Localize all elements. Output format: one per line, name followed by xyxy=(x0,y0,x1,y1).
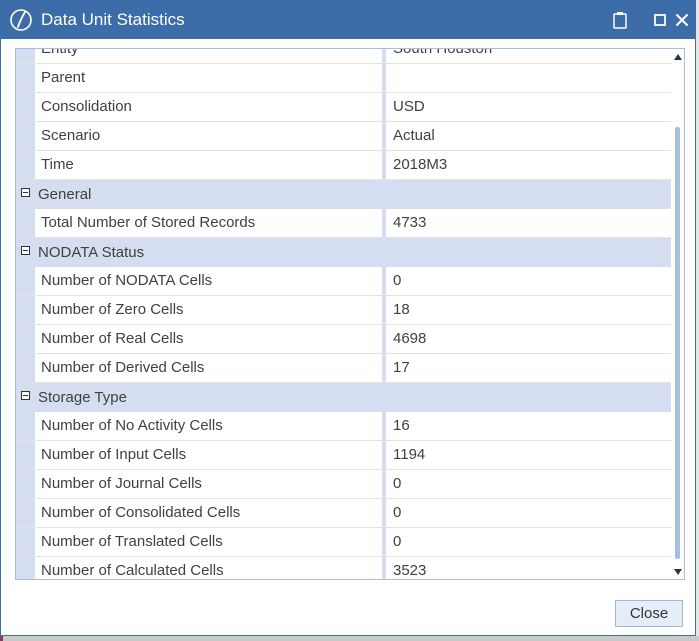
category-row[interactable]: NODATA Status xyxy=(16,238,671,267)
scroll-down-arrow-icon[interactable] xyxy=(673,567,682,576)
maximize-icon[interactable] xyxy=(650,10,670,30)
property-name: Number of Calculated Cells xyxy=(35,557,382,579)
property-row[interactable]: Scenario Actual xyxy=(16,122,671,151)
scroll-up-arrow-icon[interactable] xyxy=(673,52,682,61)
property-name: Number of Input Cells xyxy=(35,441,382,469)
property-grid-viewport: Entity South Houston ParentConsolidationUS… xyxy=(16,49,671,579)
scrollbar-thumb[interactable] xyxy=(675,127,680,559)
category-label: General xyxy=(38,186,92,203)
property-row[interactable]: Number of Derived Cells 17 xyxy=(16,354,671,383)
property-name: Scenario xyxy=(35,122,382,150)
row-gutter xyxy=(16,122,35,150)
title-bar[interactable]: Data Unit Statistics xyxy=(1,1,695,39)
property-name: Number of Journal Cells xyxy=(35,470,382,498)
row-gutter xyxy=(16,354,35,382)
row-gutter xyxy=(16,49,35,63)
property-row[interactable]: Number of Translated Cells 0 xyxy=(16,528,671,557)
clipboard-icon[interactable] xyxy=(610,10,630,30)
category-row[interactable]: General xyxy=(16,180,671,209)
background-app-bottom xyxy=(0,636,699,641)
property-value[interactable] xyxy=(386,64,669,92)
close-button[interactable]: Close xyxy=(615,600,683,627)
property-row[interactable]: Number of NODATA Cells 0 xyxy=(16,267,671,296)
property-value[interactable]: South Houston xyxy=(386,49,669,63)
property-row[interactable]: Number of No Activity Cells 16 xyxy=(16,412,671,441)
property-name: Number of Translated Cells xyxy=(35,528,382,556)
property-value[interactable]: 0 xyxy=(386,528,669,556)
data-unit-statistics-dialog: Data Unit Statistics Entity South Houston… xyxy=(0,0,696,636)
collapse-toggle-icon[interactable] xyxy=(21,391,30,400)
row-gutter xyxy=(16,441,35,469)
property-value[interactable]: 2018M3 xyxy=(386,151,669,179)
row-gutter xyxy=(16,325,35,353)
category-row[interactable]: Storage Type xyxy=(16,383,671,412)
property-name: Number of No Activity Cells xyxy=(35,412,382,440)
row-gutter xyxy=(16,557,35,579)
property-row[interactable]: Total Number of Stored Records 4733 xyxy=(16,209,671,238)
property-row[interactable]: Number of Consolidated Cells 0 xyxy=(16,499,671,528)
property-value[interactable]: 0 xyxy=(386,470,669,498)
category-label: NODATA Status xyxy=(38,244,145,261)
property-value[interactable]: 17 xyxy=(386,354,669,382)
property-name: Entity xyxy=(35,49,382,63)
property-name: Number of Derived Cells xyxy=(35,354,382,382)
property-value[interactable]: 4733 xyxy=(386,209,669,237)
close-icon[interactable] xyxy=(672,10,692,30)
row-gutter xyxy=(16,267,35,295)
category-label: Storage Type xyxy=(38,389,127,406)
property-value[interactable]: 0 xyxy=(386,499,669,527)
property-row[interactable]: Number of Real Cells 4698 xyxy=(16,325,671,354)
collapse-toggle-icon[interactable] xyxy=(21,246,30,255)
window-title: Data Unit Statistics xyxy=(41,10,185,29)
property-name: Number of Real Cells xyxy=(35,325,382,353)
property-name: Parent xyxy=(35,64,382,92)
property-row[interactable]: Time 2018M3 xyxy=(16,151,671,180)
property-name: Total Number of Stored Records xyxy=(35,209,382,237)
property-name: Number of NODATA Cells xyxy=(35,267,382,295)
onestream-logo-icon xyxy=(9,8,33,32)
property-value[interactable]: 0 xyxy=(386,267,669,295)
property-grid-rows: Entity South Houston ParentConsolidationUS… xyxy=(16,49,671,579)
property-name: Number of Consolidated Cells xyxy=(35,499,382,527)
property-name: Consolidation xyxy=(35,93,382,121)
property-row[interactable]: Number of Calculated Cells 3523 xyxy=(16,557,671,579)
property-row[interactable]: Number of Input Cells 1194 xyxy=(16,441,671,470)
row-gutter xyxy=(16,209,35,237)
property-value[interactable]: 4698 xyxy=(386,325,669,353)
row-gutter xyxy=(16,296,35,324)
row-gutter xyxy=(16,64,35,92)
property-grid: Entity South Houston ParentConsolidationUS… xyxy=(15,48,685,580)
property-value[interactable]: 18 xyxy=(386,296,669,324)
property-name: Number of Zero Cells xyxy=(35,296,382,324)
row-gutter xyxy=(16,470,35,498)
row-gutter xyxy=(16,93,35,121)
row-gutter xyxy=(16,499,35,527)
property-value[interactable]: 3523 xyxy=(386,557,669,579)
property-name: Time xyxy=(35,151,382,179)
property-value[interactable]: USD xyxy=(386,93,669,121)
property-row[interactable]: Parent xyxy=(16,64,671,93)
row-gutter xyxy=(16,412,35,440)
property-row[interactable]: Number of Zero Cells 18 xyxy=(16,296,671,325)
row-gutter xyxy=(16,151,35,179)
property-value[interactable]: 16 xyxy=(386,412,669,440)
vertical-scrollbar[interactable] xyxy=(671,49,684,579)
property-value[interactable]: 1194 xyxy=(386,441,669,469)
property-row[interactable]: Entity South Houston xyxy=(16,49,671,64)
property-value[interactable]: Actual xyxy=(386,122,669,150)
row-gutter xyxy=(16,528,35,556)
property-row[interactable]: Number of Journal Cells 0 xyxy=(16,470,671,499)
property-row[interactable]: Consolidation USD xyxy=(16,93,671,122)
collapse-toggle-icon[interactable] xyxy=(21,188,30,197)
